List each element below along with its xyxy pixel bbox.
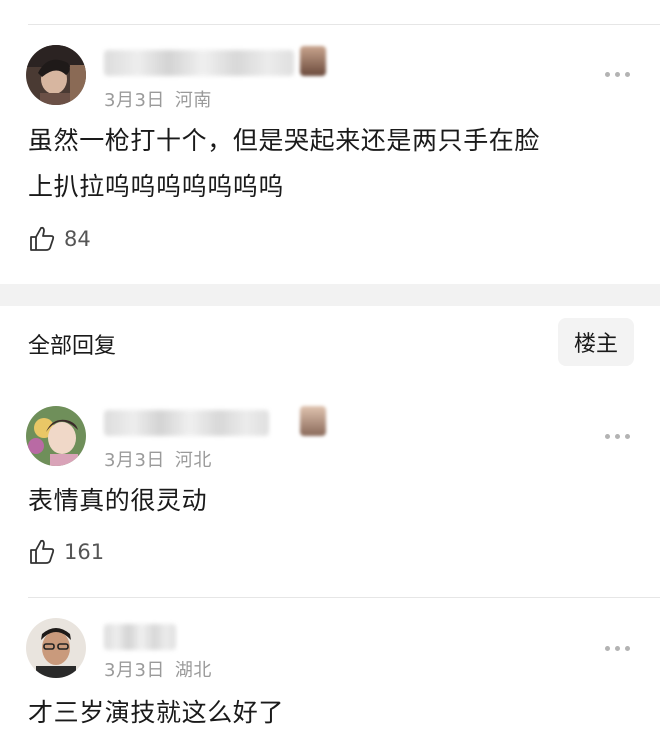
username-emoji — [300, 46, 326, 76]
more-dots-icon — [605, 434, 610, 439]
username-blurred[interactable] — [104, 624, 176, 650]
comment-meta: 3月3日 河南 — [104, 86, 212, 112]
section-separator — [0, 284, 660, 306]
avatar-image — [26, 406, 86, 466]
avatar[interactable] — [26, 618, 86, 678]
avatar-image — [26, 45, 86, 105]
username-blurred[interactable] — [104, 410, 269, 436]
comment-text: 虽然一枪打十个，但是哭起来还是两只手在脸 上扒拉呜呜呜呜呜呜呜 — [28, 118, 630, 210]
comment-meta: 3月3日 湖北 — [104, 656, 212, 682]
like-count: 161 — [64, 540, 105, 564]
comment-date: 3月3日 — [104, 450, 165, 471]
avatar-image — [26, 618, 86, 678]
comment-meta: 3月3日 河北 — [104, 446, 212, 472]
thumbs-up-icon — [30, 226, 55, 251]
comment-text-line: 虽然一枪打十个，但是哭起来还是两只手在脸 — [28, 126, 541, 155]
avatar[interactable] — [26, 45, 86, 105]
comment-date: 3月3日 — [104, 90, 165, 111]
top-divider — [28, 24, 660, 25]
reply-text: 表情真的很灵动 — [28, 486, 208, 515]
comment-text-line: 上扒拉呜呜呜呜呜呜呜 — [28, 172, 285, 201]
comment-location: 河北 — [174, 450, 212, 471]
more-button[interactable] — [605, 646, 630, 651]
more-dots-icon — [605, 646, 610, 651]
reply-text: 才三岁演技就这么好了 — [28, 698, 285, 727]
reply-divider — [28, 597, 660, 598]
avatar[interactable] — [26, 406, 86, 466]
like-button[interactable]: 161 — [28, 538, 104, 566]
all-replies-title: 全部回复 — [28, 334, 117, 359]
thumbs-up-icon — [30, 539, 55, 564]
comment-location: 河南 — [174, 90, 212, 111]
comment-location: 湖北 — [174, 660, 212, 681]
username-blurred[interactable] — [104, 50, 294, 76]
owner-filter-button[interactable]: 楼主 — [558, 318, 634, 366]
more-button[interactable] — [605, 434, 630, 439]
like-count: 84 — [64, 227, 91, 251]
comment-date: 3月3日 — [104, 660, 165, 681]
more-dots-icon — [605, 72, 610, 77]
like-button[interactable]: 84 — [28, 225, 91, 253]
more-button[interactable] — [605, 72, 630, 77]
username-emoji — [300, 406, 326, 436]
